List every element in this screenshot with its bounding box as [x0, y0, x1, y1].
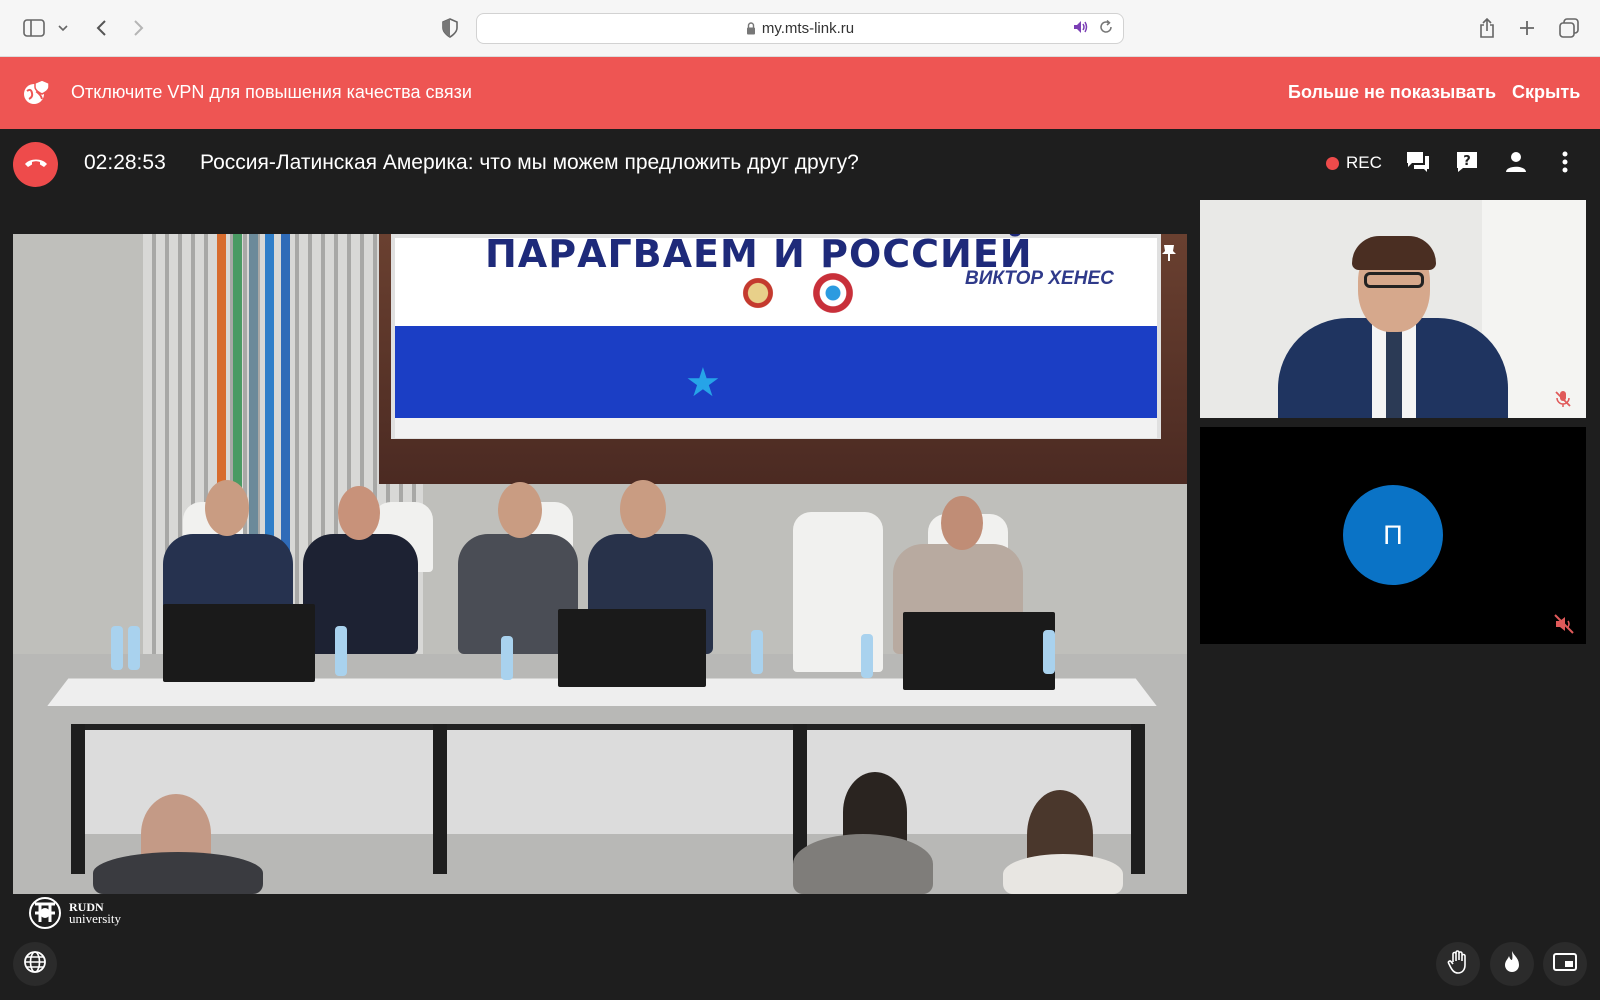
speaker-icon[interactable] — [1073, 20, 1089, 38]
vpn-warning-banner: Отключите VPN для повышения качества свя… — [0, 57, 1600, 129]
recording-indicator: REC — [1326, 153, 1382, 173]
picture-in-picture-icon — [1553, 952, 1577, 977]
fire-icon — [1503, 950, 1521, 979]
shield-icon[interactable] — [440, 14, 460, 42]
panelist-head — [205, 480, 249, 536]
table-leg — [1131, 724, 1145, 874]
chat-icon — [1405, 150, 1431, 179]
reload-icon[interactable] — [1099, 19, 1113, 38]
presentation-screen: ПАРАГВАЕМ И РОССИЕЙ ВИКТОР ХЕНЕС ★ — [391, 234, 1161, 439]
question-icon: ? — [1455, 150, 1479, 179]
share-icon[interactable] — [1476, 14, 1498, 42]
paraguay-seal-icon — [810, 270, 856, 316]
water-bottle — [335, 626, 347, 676]
table-leg — [433, 724, 447, 874]
water-bottle — [128, 626, 140, 670]
plus-icon[interactable] — [1516, 14, 1538, 42]
phone-hangup-icon — [24, 156, 48, 174]
table-front — [73, 724, 1143, 834]
avatar: П — [1343, 485, 1443, 585]
chevron-down-icon[interactable] — [56, 14, 70, 42]
panelist-head — [620, 480, 666, 538]
speaker-muted-icon — [1554, 614, 1574, 634]
slide-speaker-name: ВИКТОР ХЕНЕС — [965, 268, 1114, 289]
raise-hand-button[interactable] — [1436, 942, 1480, 986]
session-timer: 02:28:53 — [84, 151, 166, 174]
water-bottle — [861, 634, 873, 678]
more-menu-button[interactable] — [1550, 149, 1580, 179]
dont-show-again-button[interactable]: Больше не показывать — [1288, 82, 1496, 103]
participants-button[interactable] — [1501, 149, 1531, 179]
table-leg — [71, 724, 85, 874]
flag-band — [395, 326, 1157, 418]
layout-button[interactable] — [1543, 942, 1587, 986]
rec-label: REC — [1346, 153, 1382, 172]
panelist-head — [941, 496, 983, 550]
flag-band-white — [395, 418, 1157, 438]
vpn-warning-text: Отключите VPN для повышения качества свя… — [71, 82, 472, 102]
panelist-head — [338, 486, 380, 540]
person-icon — [1505, 151, 1527, 178]
desk-monitor — [558, 609, 706, 687]
hangup-button[interactable] — [13, 142, 58, 187]
desk-monitor — [903, 612, 1055, 690]
panelist-head — [498, 482, 542, 538]
audience-member — [93, 852, 263, 894]
participant-hair — [1352, 236, 1436, 270]
main-video-stream[interactable]: ПАРАГВАЕМ И РОССИЕЙ ВИКТОР ХЕНЕС ★ — [13, 234, 1187, 894]
panelist — [303, 534, 418, 654]
rudn-logo: RUDN university — [27, 896, 121, 930]
water-bottle — [501, 636, 513, 680]
star-icon: ★ — [685, 361, 721, 405]
sidebar-icon[interactable] — [22, 14, 46, 42]
pin-icon[interactable] — [1161, 244, 1177, 262]
svg-text:?: ? — [1463, 154, 1471, 169]
record-dot-icon — [1326, 156, 1339, 170]
chevron-right-icon[interactable] — [130, 14, 148, 42]
hide-banner-button[interactable]: Скрыть — [1512, 82, 1580, 103]
audience-member — [1003, 854, 1123, 894]
water-bottle — [111, 626, 123, 670]
address-bar[interactable]: my.mts-link.ru — [476, 13, 1124, 44]
water-bottle — [751, 630, 763, 674]
russia-emblem-icon — [735, 270, 781, 316]
chevron-left-icon[interactable] — [92, 14, 110, 42]
rudn-emblem-icon — [27, 896, 63, 930]
url-text: my.mts-link.ru — [761, 20, 855, 37]
browser-toolbar: my.mts-link.ru — [0, 0, 1600, 57]
chat-button[interactable] — [1403, 149, 1433, 179]
participant-video-tile[interactable] — [1200, 200, 1586, 418]
reactions-button[interactable] — [1490, 942, 1534, 986]
desk-monitor — [163, 604, 315, 682]
participant-glasses — [1364, 272, 1424, 288]
questions-button[interactable]: ? — [1452, 149, 1482, 179]
tabs-icon[interactable] — [1557, 14, 1581, 42]
participant-tie — [1386, 328, 1402, 418]
water-bottle — [1043, 630, 1055, 674]
hand-icon — [1447, 949, 1469, 979]
globe-shield-icon — [22, 79, 50, 107]
globe-icon — [23, 950, 47, 979]
more-vertical-icon — [1562, 151, 1568, 178]
mic-muted-icon — [1554, 390, 1572, 408]
language-button[interactable] — [13, 942, 57, 986]
lock-icon — [746, 22, 756, 35]
logo-line2: university — [69, 911, 121, 926]
audience-member — [793, 834, 933, 894]
page-title: Россия-Латинская Америка: что мы можем п… — [200, 151, 859, 174]
participant-avatar-tile[interactable]: П — [1200, 427, 1586, 644]
